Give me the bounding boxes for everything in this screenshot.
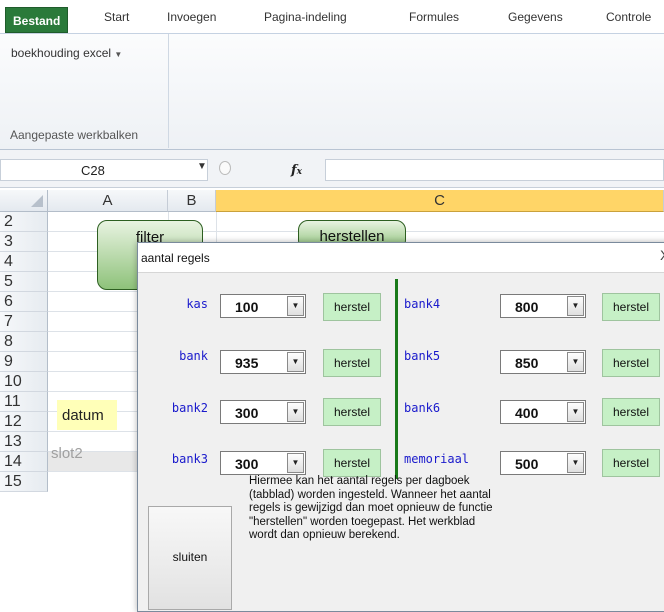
dialog-title: aantal regels [141,251,210,265]
chevron-down-icon[interactable]: ▼ [567,453,584,473]
formula-bar: C28 ▼ fx [0,150,664,188]
bank3-select[interactable]: 300 ▼ [220,451,306,475]
bank6-value: 400 [515,405,539,421]
bank4-value: 800 [515,299,539,315]
tab-start[interactable]: Start [96,8,137,34]
row-header-14[interactable]: 14 [0,452,48,472]
row-header-13[interactable]: 13 [0,432,48,452]
insert-function-icon[interactable]: fx [291,163,302,178]
label-bank2: bank2 [171,401,208,415]
chevron-down-icon[interactable]: ▼ [287,402,304,422]
tab-gegevens[interactable]: Gegevens [500,8,571,34]
info-line: regels is gewijzigd dan moet opnieuw de … [249,502,493,514]
row-header-15[interactable]: 15 [0,472,48,492]
bank2-value: 300 [235,405,259,421]
info-line: (tabblad) worden ingesteld. Wanneer het … [249,488,491,501]
formula-cancel-icon[interactable] [219,161,231,175]
label-bank4: bank4 [404,297,441,311]
info-line: wordt dan opnieuw berekend. [249,529,400,541]
row-header-9[interactable]: 9 [0,352,48,372]
custom-toolbars-group: boekhouding excel ▼ Aangepaste werkbalke… [0,34,169,148]
tab-formules[interactable]: Formules [401,8,467,34]
info-line: "herstellen" worden toegepast. Het werkb… [249,515,476,528]
herstel-bank4-button[interactable]: herstel [602,293,660,321]
tab-pagina-indeling[interactable]: Pagina-indeling [256,8,355,34]
label-bank3: bank3 [171,452,208,466]
aantal-regels-dialog: aantal regels X kas 100 ▼ herstel bank 9… [137,242,664,612]
tab-invoegen[interactable]: Invoegen [159,8,224,34]
row-header-12[interactable]: 12 [0,412,48,432]
bank5-value: 850 [515,355,539,371]
ribbon-panel: boekhouding excel ▼ Aangepaste werkbalke… [0,34,664,150]
select-all-corner[interactable] [0,190,48,212]
sluiten-button[interactable]: sluiten [148,506,232,610]
workbook-menu-label: boekhouding excel [11,46,112,60]
row-header-8[interactable]: 8 [0,332,48,352]
chevron-down-icon[interactable]: ▼ [287,352,304,372]
row-header-4[interactable]: 4 [0,252,48,272]
row-header-7[interactable]: 7 [0,312,48,332]
label-kas: kas [186,297,208,311]
row-header-2[interactable]: 2 [0,212,48,232]
tab-controle[interactable]: Controle [598,8,659,34]
herstel-bank3-button[interactable]: herstel [323,449,381,477]
bank-value: 935 [235,355,259,371]
dialog-title-bar: aantal regels X [138,243,664,273]
chevron-down-icon[interactable]: ▼ [287,296,304,316]
chevron-down-icon[interactable]: ▼ [567,402,584,422]
info-text: Hiermee kan het aantal regels per dagboe… [249,475,559,543]
chevron-down-icon[interactable]: ▼ [567,352,584,372]
kas-value: 100 [235,299,259,315]
info-line: Hiermee kan het aantal regels per dagboe… [249,475,470,487]
row-header-10[interactable]: 10 [0,372,48,392]
column-header-a[interactable]: A [48,190,168,212]
chevron-down-icon: ▼ [114,50,123,59]
ribbon-tab-bar: Bestand Start Invoegen Pagina-indeling F… [0,0,664,34]
close-icon[interactable]: X [660,247,664,263]
herstel-bank5-button[interactable]: herstel [602,349,660,377]
column-header-c[interactable]: C [216,190,664,212]
memoriaal-select[interactable]: 500 ▼ [500,451,586,475]
column-header-b[interactable]: B [168,190,216,212]
label-bank6: bank6 [404,401,441,415]
column-divider [395,279,398,479]
bank3-value: 300 [235,456,259,472]
row-header-3[interactable]: 3 [0,232,48,252]
kas-select[interactable]: 100 ▼ [220,294,306,318]
chevron-down-icon[interactable]: ▼ [287,453,304,473]
group-label: Aangepaste werkbalken [10,128,139,142]
bank-select[interactable]: 935 ▼ [220,350,306,374]
row-header-6[interactable]: 6 [0,292,48,312]
herstel-bank6-button[interactable]: herstel [602,398,660,426]
name-box-value: C28 [81,163,105,178]
herstel-bank2-button[interactable]: herstel [323,398,381,426]
bank4-select[interactable]: 800 ▼ [500,294,586,318]
tab-bestand[interactable]: Bestand [5,7,69,33]
datum-cell[interactable]: datum [57,400,117,430]
slot2-cell[interactable]: slot2 [51,445,83,462]
bank6-select[interactable]: 400 ▼ [500,400,586,424]
herstel-kas-button[interactable]: herstel [323,293,381,321]
formula-input[interactable] [325,159,664,181]
chevron-down-icon[interactable]: ▼ [197,161,207,172]
name-box[interactable]: C28 ▼ [0,159,208,181]
bank2-select[interactable]: 300 ▼ [220,400,306,424]
row-header-11[interactable]: 11 [0,392,48,412]
herstel-bank-button[interactable]: herstel [323,349,381,377]
row-header-5[interactable]: 5 [0,272,48,292]
label-memoriaal: memoriaal [404,452,470,466]
label-bank: bank [179,349,208,363]
bank5-select[interactable]: 850 ▼ [500,350,586,374]
label-bank5: bank5 [404,349,441,363]
workbook-menu-button[interactable]: boekhouding excel ▼ [11,46,122,60]
chevron-down-icon[interactable]: ▼ [567,296,584,316]
herstel-memoriaal-button[interactable]: herstel [602,449,660,477]
memoriaal-value: 500 [515,456,539,472]
